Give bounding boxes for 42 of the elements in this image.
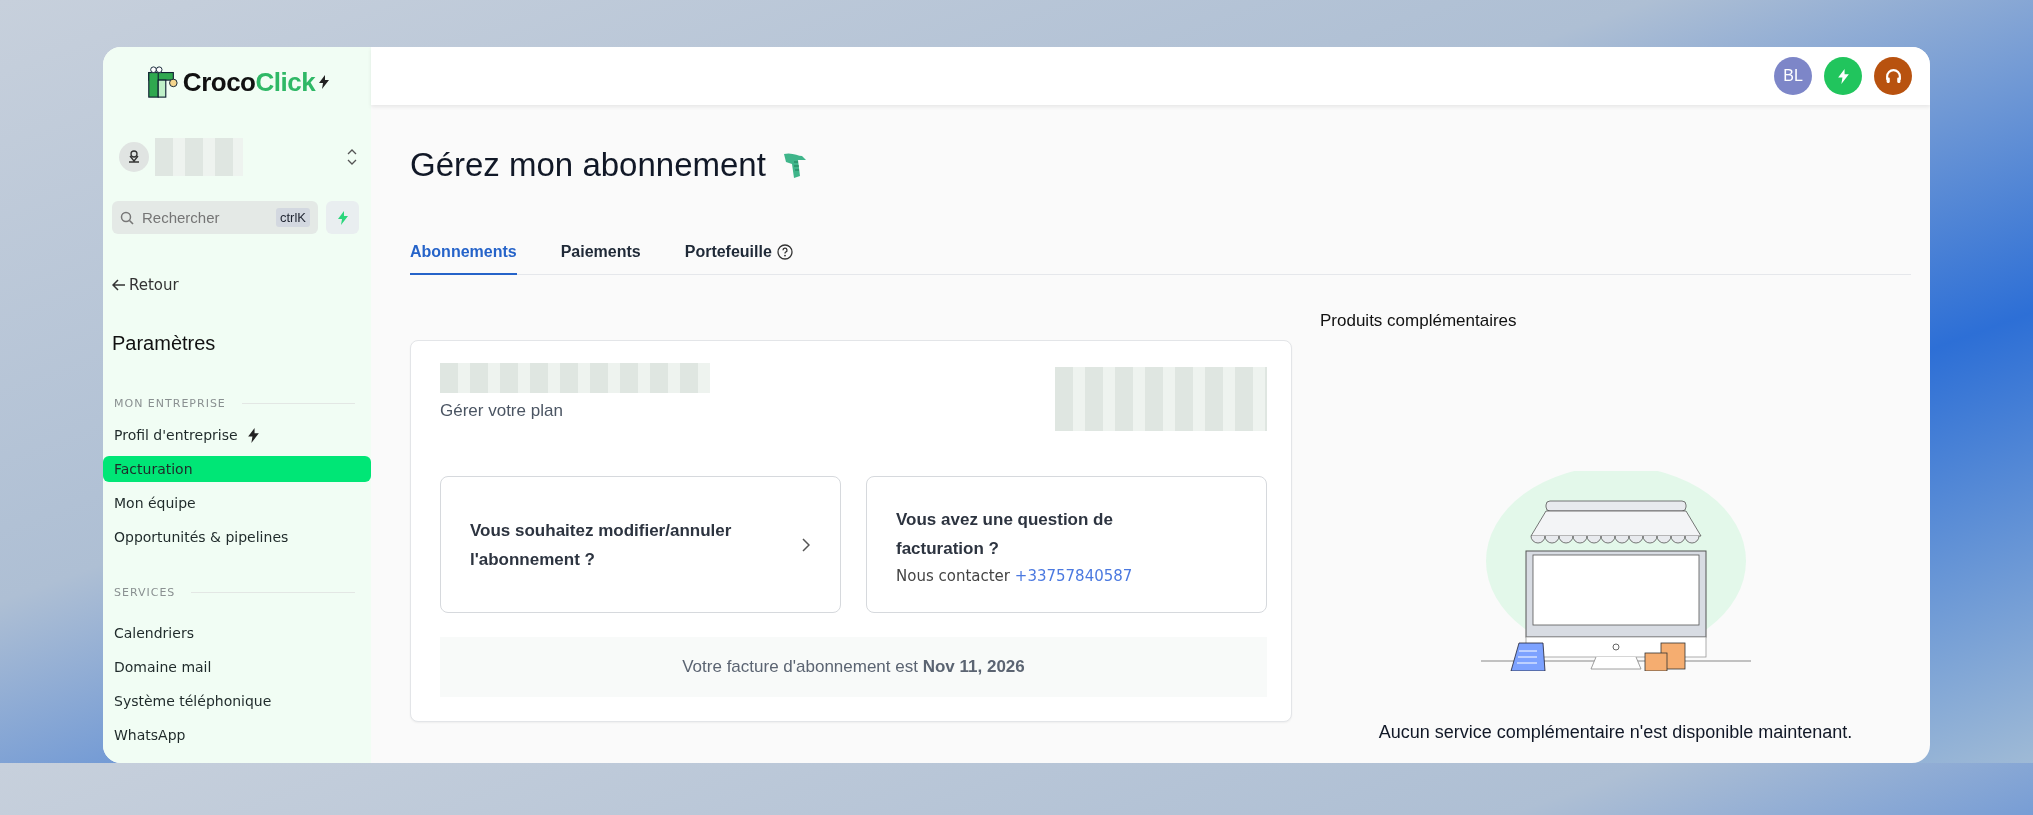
sidebar-item[interactable]: Mon équipe xyxy=(103,490,371,516)
shortcut-hint: ctrlK xyxy=(276,208,310,227)
sidebar-item[interactable]: Opportunités & pipelines xyxy=(103,524,371,550)
tab[interactable]: Paiements xyxy=(560,243,641,275)
sidebar-item[interactable]: WhatsApp xyxy=(103,722,371,748)
panel-heading: Vous avez une question de facturation ? xyxy=(896,508,1114,560)
search-bar[interactable]: Rechercher ctrlK xyxy=(112,201,318,234)
section-title: Produits complémentaires xyxy=(1320,311,1517,331)
sidebar-item[interactable]: Profil d'entreprise xyxy=(103,422,371,448)
sidebar-item[interactable]: Domaine mail xyxy=(103,654,371,680)
chevron-right-icon xyxy=(802,537,810,552)
tab[interactable]: Portefeuille xyxy=(684,243,793,275)
section-heading: SERVICES xyxy=(114,586,176,599)
logo-wordmark: CrocoClick xyxy=(182,66,316,98)
sidebar-title: Paramètres xyxy=(112,332,217,355)
manage-subscription-link[interactable]: Vous souhaitez modifier/annuler l'abonnement ? xyxy=(440,476,841,613)
page-title: Gérez mon abonnement xyxy=(410,146,766,184)
back-link[interactable]: Retour xyxy=(112,276,179,294)
bolt-icon xyxy=(337,210,348,225)
empty-message: Aucun service complémentaire n'est disponible maintenant. xyxy=(1378,722,1853,743)
location-pin-icon xyxy=(119,142,149,172)
sidebar-item[interactable]: Système téléphonique xyxy=(103,688,371,714)
bolt-icon xyxy=(319,75,330,89)
bolt-icon xyxy=(1837,68,1849,84)
invoice-note: Votre facture d'abonnement est Nov 11, 2026 xyxy=(440,637,1267,697)
support-button[interactable] xyxy=(1874,57,1912,95)
search-icon xyxy=(120,210,134,225)
plan-subtitle: Gérer votre plan xyxy=(440,401,564,421)
chevron-updown-icon xyxy=(347,148,357,166)
section-heading: MON ENTREPRISE xyxy=(114,397,226,410)
sidebar-item[interactable]: Facturation xyxy=(103,456,371,482)
sidebar-item[interactable]: Calendriers xyxy=(103,620,371,646)
arrow-left-icon xyxy=(112,279,126,291)
phone-link[interactable]: +33757840587 xyxy=(1014,566,1133,585)
contact-label: Nous contacter xyxy=(896,566,1011,585)
tab[interactable]: Abonnements xyxy=(410,243,517,275)
quick-action-button[interactable] xyxy=(1824,57,1862,95)
bolt-icon xyxy=(247,427,259,443)
search-field[interactable]: Rechercher xyxy=(140,208,254,227)
headset-icon xyxy=(1884,67,1902,85)
help-icon xyxy=(776,244,793,260)
quick-action-button[interactable] xyxy=(326,201,359,234)
